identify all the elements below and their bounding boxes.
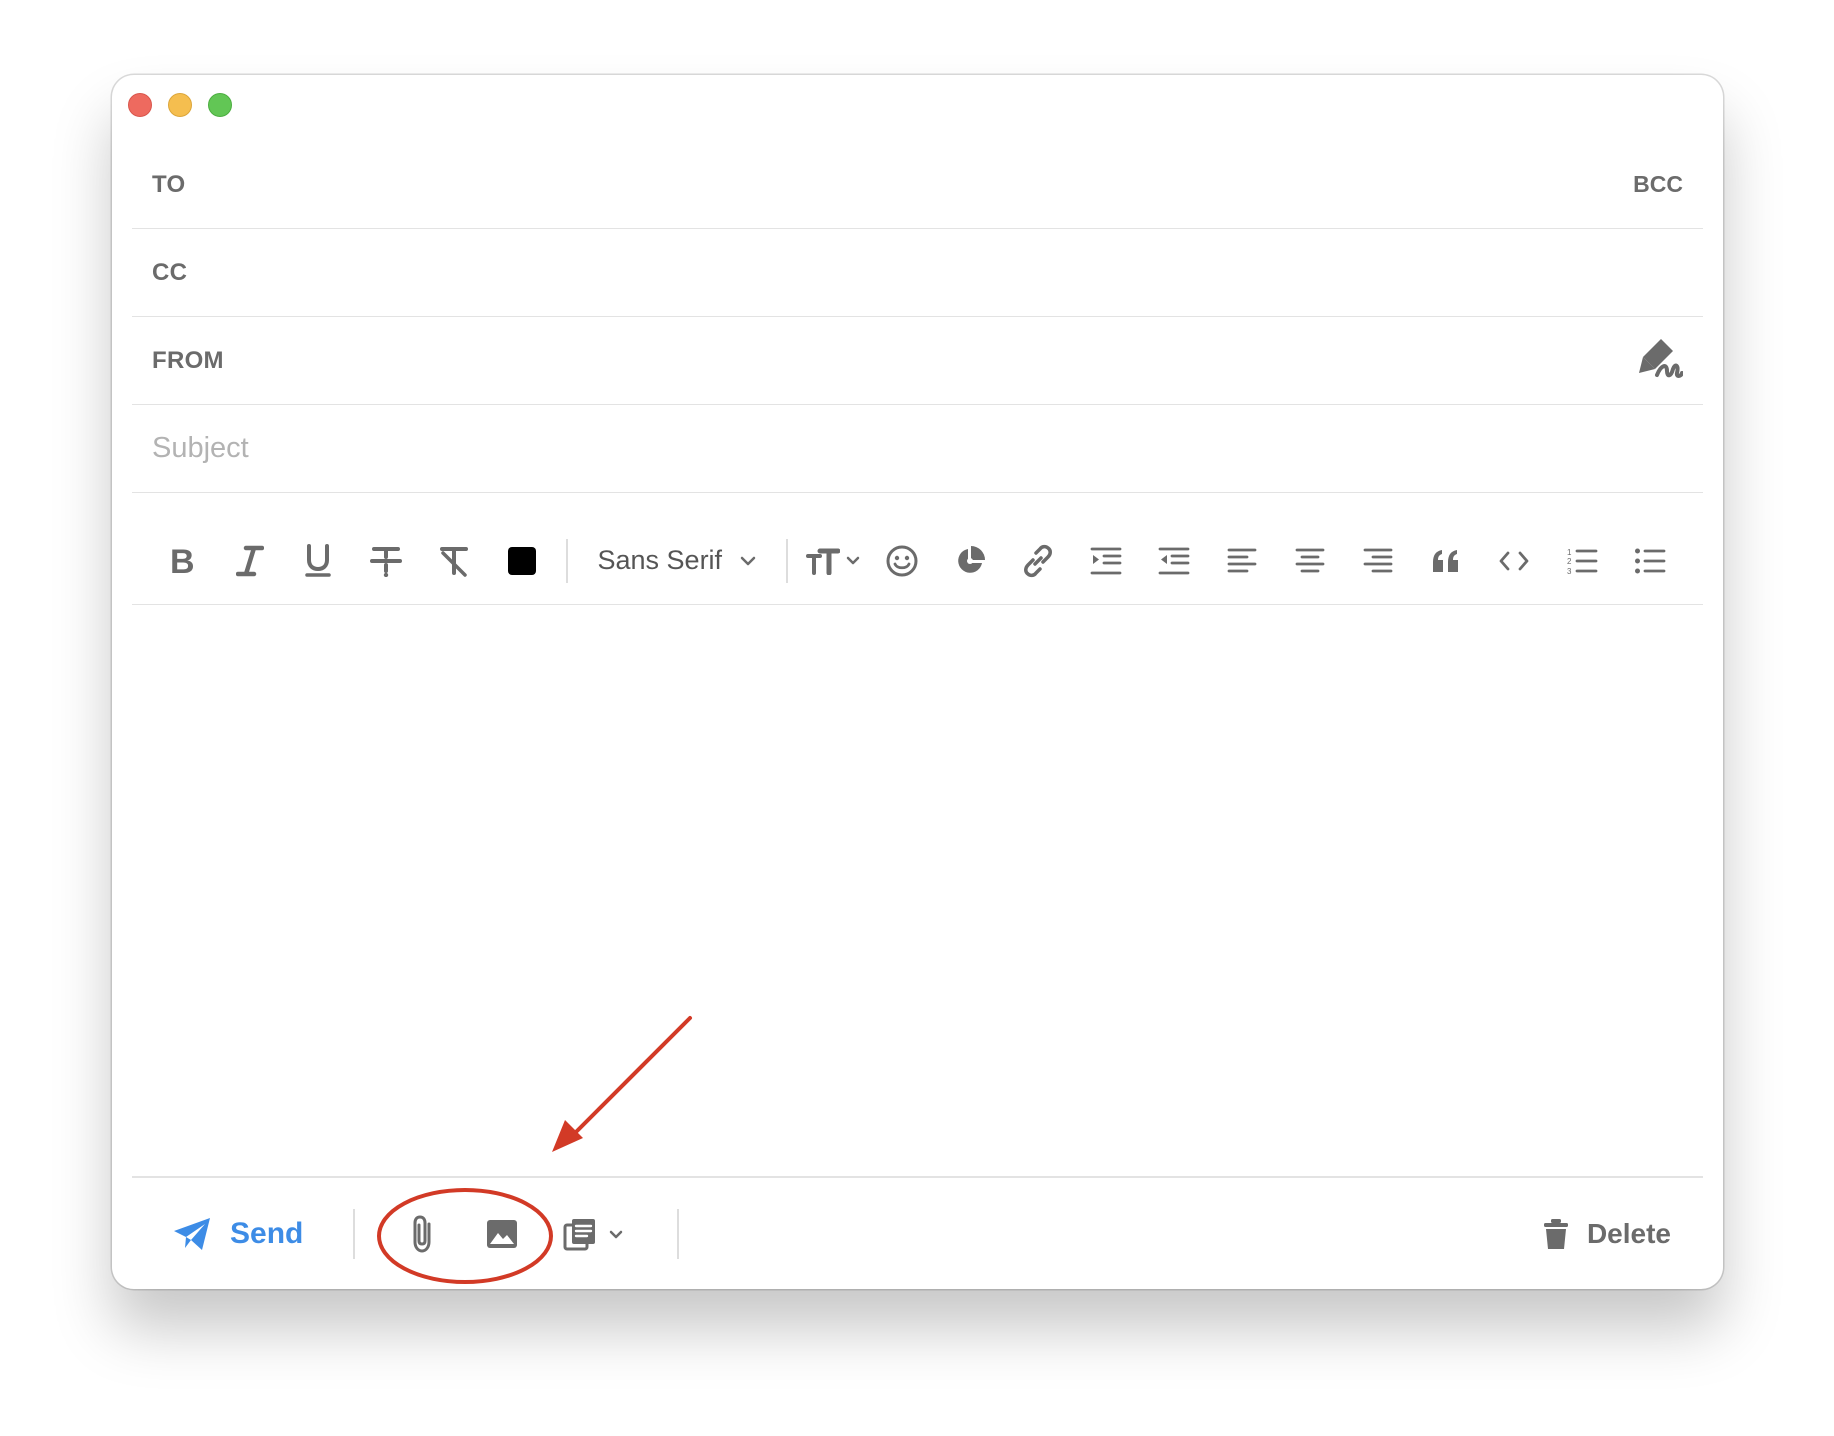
text-size-select[interactable] bbox=[798, 531, 868, 591]
code-icon bbox=[1499, 551, 1528, 570]
italic-icon bbox=[236, 545, 264, 576]
window-controls bbox=[128, 93, 232, 117]
clear-format-icon bbox=[440, 546, 468, 577]
bullet-list-icon bbox=[1634, 548, 1665, 573]
chevron-down-icon bbox=[740, 556, 756, 565]
image-icon bbox=[487, 1220, 517, 1248]
subject-input[interactable] bbox=[152, 432, 1683, 465]
svg-text:3: 3 bbox=[1567, 567, 1572, 575]
align-right-button[interactable] bbox=[1344, 531, 1412, 591]
delete-label: Delete bbox=[1586, 1218, 1671, 1249]
toolbar-divider bbox=[566, 538, 568, 583]
align-left-button[interactable] bbox=[1208, 531, 1276, 591]
attach-file-button[interactable] bbox=[402, 1207, 442, 1261]
from-label: FROM bbox=[152, 346, 224, 374]
bottom-divider bbox=[677, 1209, 679, 1259]
template-button[interactable] bbox=[558, 1207, 628, 1261]
close-window-button[interactable] bbox=[128, 93, 152, 117]
link-icon bbox=[1023, 544, 1052, 577]
zoom-window-button[interactable] bbox=[208, 93, 232, 117]
clear-format-button[interactable] bbox=[420, 531, 488, 591]
link-button[interactable] bbox=[1004, 531, 1072, 591]
ordered-list-icon: 123 bbox=[1567, 548, 1597, 575]
chart-button[interactable] bbox=[936, 531, 1004, 591]
underline-button[interactable] bbox=[284, 531, 352, 591]
svg-text:B: B bbox=[170, 545, 195, 577]
bold-icon: B bbox=[170, 545, 195, 577]
to-label: TO bbox=[152, 170, 186, 198]
text-color-button[interactable] bbox=[488, 531, 556, 591]
text-size-icon bbox=[805, 548, 840, 575]
italic-button[interactable] bbox=[216, 531, 284, 591]
emoji-button[interactable] bbox=[868, 531, 936, 591]
cc-label: CC bbox=[152, 258, 188, 286]
trash-icon bbox=[1543, 1219, 1568, 1249]
align-center-button[interactable] bbox=[1276, 531, 1344, 591]
underline-icon bbox=[305, 543, 331, 577]
text-color-swatch bbox=[508, 546, 536, 575]
align-center-icon bbox=[1295, 548, 1324, 572]
pie-chart-icon bbox=[957, 545, 985, 573]
delete-button[interactable]: Delete bbox=[1543, 1209, 1671, 1259]
font-family-value: Sans Serif bbox=[597, 545, 723, 575]
to-field[interactable]: TO BCC bbox=[132, 141, 1703, 229]
from-field[interactable]: FROM bbox=[132, 317, 1703, 405]
strikethrough-button[interactable] bbox=[352, 531, 420, 591]
format-toolbar: B Sans Serif 1 2 3 bbox=[132, 517, 1703, 605]
toolbar-divider bbox=[786, 538, 788, 583]
align-left-icon bbox=[1227, 548, 1256, 572]
indent-button[interactable] bbox=[1072, 531, 1140, 591]
bold-button[interactable]: B bbox=[148, 531, 216, 591]
svg-text:1: 1 bbox=[1567, 548, 1572, 557]
indent-icon bbox=[1090, 547, 1121, 574]
strikethrough-icon bbox=[370, 546, 402, 577]
code-button[interactable] bbox=[1480, 531, 1548, 591]
quote-icon bbox=[1432, 549, 1458, 572]
align-right-icon bbox=[1363, 548, 1392, 572]
template-icon bbox=[563, 1219, 595, 1251]
insert-image-button[interactable] bbox=[480, 1207, 524, 1261]
svg-text:2: 2 bbox=[1567, 557, 1572, 566]
bcc-toggle[interactable]: BCC bbox=[1633, 171, 1683, 198]
signature-icon[interactable] bbox=[1635, 335, 1684, 386]
subject-field bbox=[132, 405, 1703, 493]
compose-actions-bar: Send Delete bbox=[132, 1179, 1703, 1289]
cc-field[interactable]: CC bbox=[132, 229, 1703, 317]
minimize-window-button[interactable] bbox=[168, 93, 192, 117]
send-button[interactable]: Send bbox=[172, 1209, 303, 1259]
outdent-icon bbox=[1158, 547, 1189, 574]
message-body-editor[interactable] bbox=[132, 607, 1703, 1187]
emoji-icon bbox=[886, 545, 918, 576]
quote-button[interactable] bbox=[1412, 531, 1480, 591]
bottom-divider bbox=[132, 1176, 1703, 1178]
bullet-list-button[interactable] bbox=[1616, 531, 1684, 591]
chevron-down-icon bbox=[609, 1230, 623, 1238]
bottom-divider bbox=[353, 1209, 355, 1259]
chevron-down-icon bbox=[846, 556, 859, 565]
outdent-button[interactable] bbox=[1140, 531, 1208, 591]
send-label: Send bbox=[230, 1217, 304, 1250]
ordered-list-button[interactable]: 123 bbox=[1548, 531, 1616, 591]
font-family-select[interactable]: Sans Serif bbox=[578, 531, 777, 591]
paperclip-icon bbox=[413, 1215, 431, 1253]
compose-window: TO BCC CC FROM B bbox=[112, 75, 1723, 1289]
send-icon bbox=[174, 1218, 210, 1250]
